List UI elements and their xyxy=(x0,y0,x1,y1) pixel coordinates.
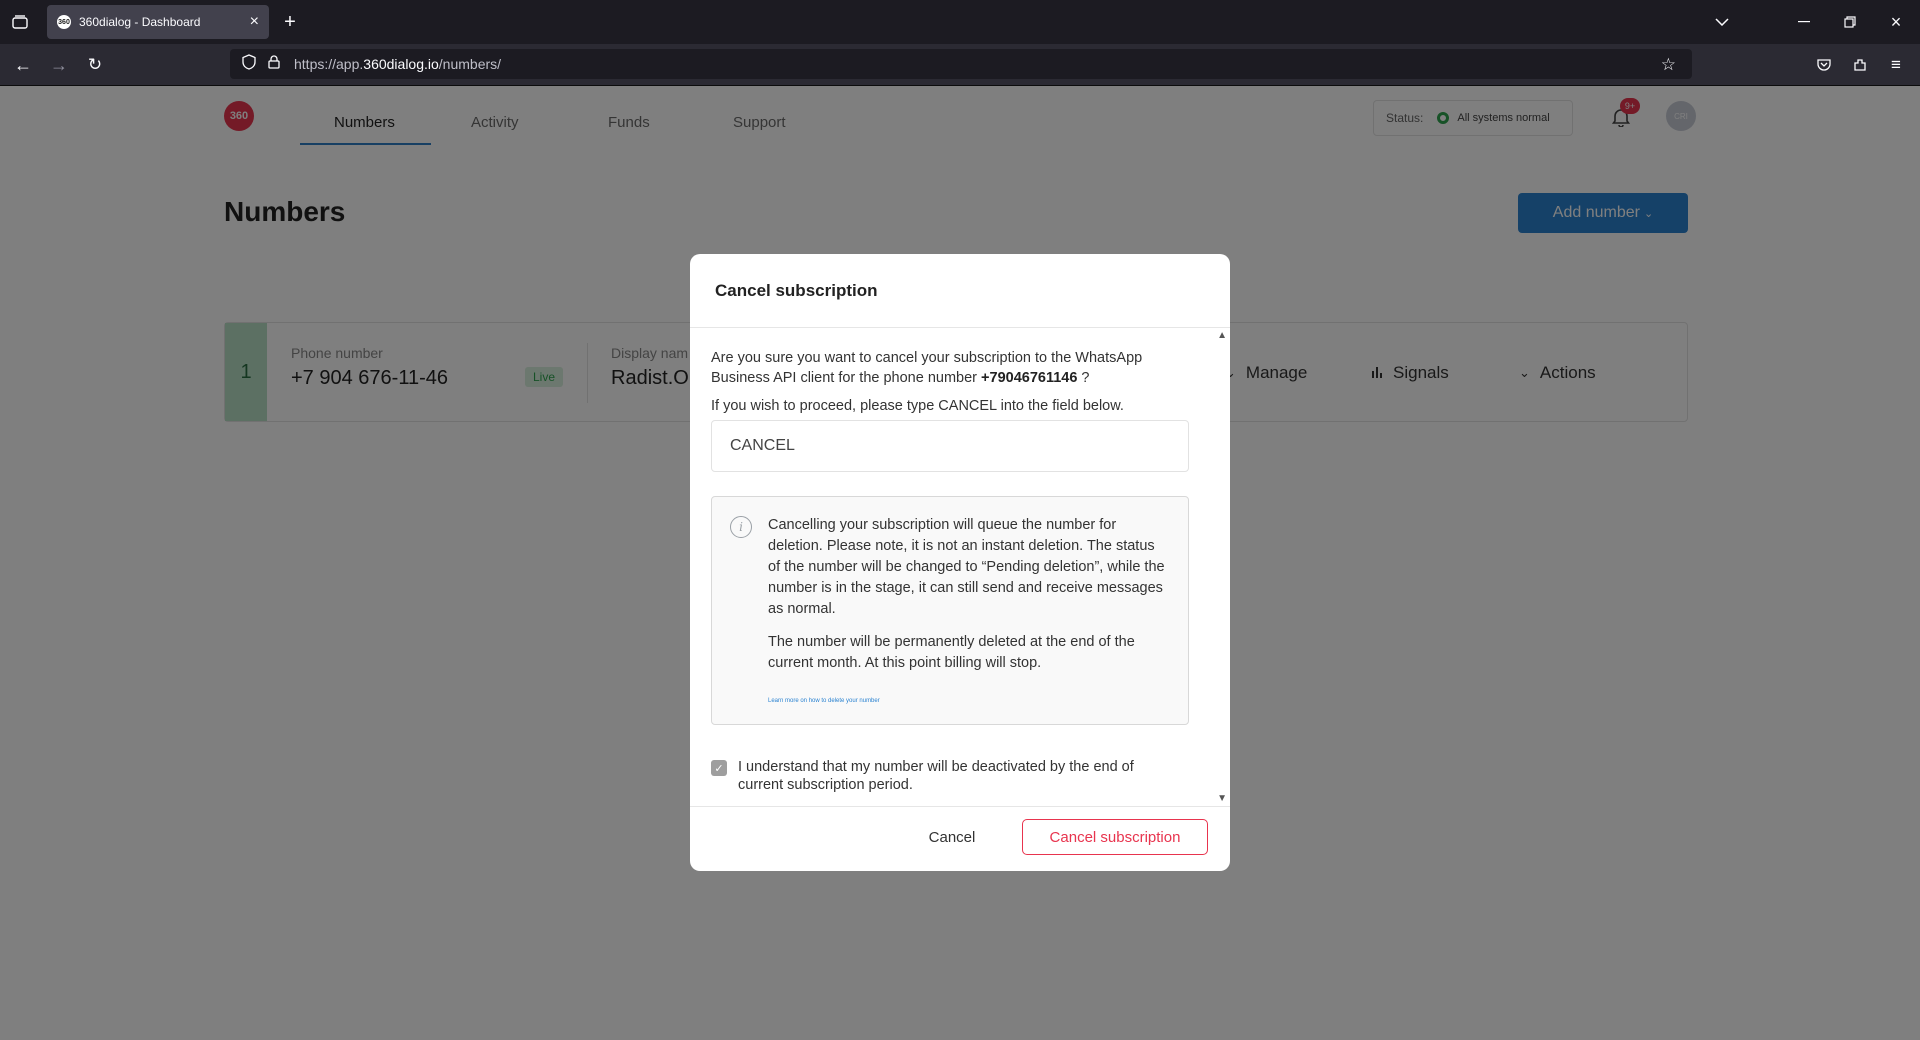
bookmark-star-icon[interactable]: ☆ xyxy=(1661,55,1676,75)
tab-list-icon[interactable] xyxy=(8,10,32,34)
minimize-icon[interactable] xyxy=(1792,10,1816,34)
browser-nav-bar: ← → ↻ https://app.360dialog.io/numbers/ … xyxy=(0,44,1920,86)
shield-icon[interactable] xyxy=(242,53,256,75)
instruction-text: If you wish to proceed, please type CANC… xyxy=(711,398,1124,414)
phone-number: +79046761146 xyxy=(981,370,1078,386)
browser-tab-bar: 360 360dialog - Dashboard × + × xyxy=(0,0,1920,44)
tab-title: 360dialog - Dashboard xyxy=(79,15,201,29)
dialog-body[interactable]: ▲ Are you sure you want to cancel your s… xyxy=(690,328,1230,806)
chevron-down-icon[interactable] xyxy=(1710,10,1734,34)
dialog-footer: Cancel Cancel subscription xyxy=(690,806,1230,871)
consent-text: I understand that my number will be deac… xyxy=(738,759,1134,793)
dialog-title: Cancel subscription xyxy=(690,254,1230,328)
cancel-subscription-button[interactable]: Cancel subscription xyxy=(1022,819,1208,855)
lock-icon[interactable] xyxy=(268,54,280,74)
menu-icon[interactable]: ≡ xyxy=(1884,53,1908,77)
cancel-subscription-dialog: Cancel subscription ▲ Are you sure you w… xyxy=(690,254,1230,871)
reload-icon[interactable]: ↻ xyxy=(83,53,107,77)
new-tab-icon[interactable]: + xyxy=(278,10,302,34)
url-bar[interactable]: https://app.360dialog.io/numbers/ ☆ xyxy=(230,49,1692,79)
tab-close-icon[interactable]: × xyxy=(250,13,259,31)
close-window-icon[interactable]: × xyxy=(1884,10,1908,34)
browser-tab[interactable]: 360 360dialog - Dashboard × xyxy=(47,5,269,39)
info-paragraph-2: The number will be permanently deleted a… xyxy=(768,634,1135,671)
back-icon[interactable]: ← xyxy=(11,53,35,77)
tab-favicon: 360 xyxy=(57,15,71,29)
confirm-text-input[interactable]: CANCEL xyxy=(711,420,1189,472)
cancel-button[interactable]: Cancel xyxy=(916,819,988,855)
info-icon: i xyxy=(730,516,752,538)
scroll-up-icon[interactable]: ▲ xyxy=(1217,330,1227,341)
learn-more-link[interactable]: Learn more on how to delete your number xyxy=(768,698,880,704)
restore-icon[interactable] xyxy=(1838,10,1862,34)
scroll-down-icon[interactable]: ▼ xyxy=(1217,793,1227,804)
confirmation-question: Are you sure you want to cancel your sub… xyxy=(711,350,1143,386)
consent-checkbox[interactable]: ✓ xyxy=(711,760,727,776)
pocket-icon[interactable] xyxy=(1812,53,1836,77)
info-paragraph-1: Cancelling your subscription will queue … xyxy=(768,517,1165,617)
forward-icon[interactable]: → xyxy=(47,53,71,77)
extensions-icon[interactable] xyxy=(1848,53,1872,77)
info-box: i Cancelling your subscription will queu… xyxy=(711,496,1189,725)
consent-row[interactable]: ✓ I understand that my number will be de… xyxy=(711,758,1171,794)
url-text[interactable]: https://app.360dialog.io/numbers/ xyxy=(294,56,501,72)
